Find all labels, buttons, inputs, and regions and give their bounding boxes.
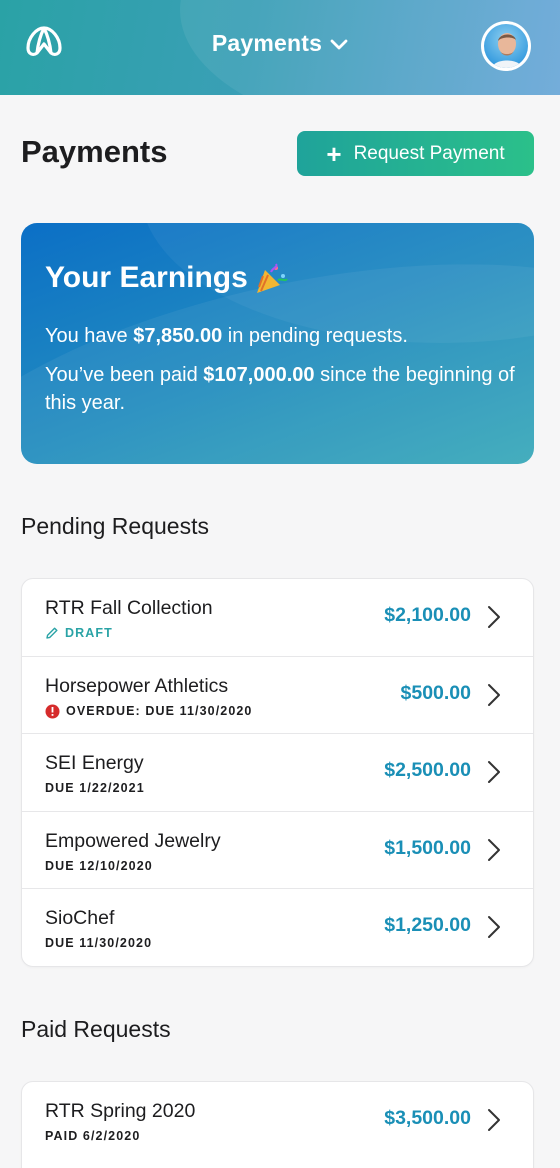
request-amount: $1,250.00 [384,914,471,937]
request-amount: $500.00 [400,681,472,704]
status-text: DUE 11/30/2020 [45,936,153,951]
status-text: DUE 12/10/2020 [45,858,153,873]
list-item[interactable]: Empowered Jewelry DUE 12/10/2020 $1,500.… [22,812,533,890]
avatar-photo [492,33,522,68]
request-name: SioChef [45,907,115,930]
status-text: OVERDUE: DUE 11/30/2020 [66,704,253,719]
request-amount: $2,500.00 [384,759,471,782]
list-item[interactable]: SEI Energy DUE 1/22/2021 $2,500.00 [22,734,533,812]
chevron-right-icon [488,1109,500,1131]
list-item[interactable]: SioChef DUE 11/30/2020 $1,250.00 [22,889,533,967]
top-bar: Payments [0,0,560,95]
request-name: Empowered Jewelry [45,829,221,852]
chevron-down-icon [330,39,348,50]
chevron-right-icon [488,683,500,706]
request-amount: $2,100.00 [384,604,471,626]
request-name: SEI Energy [45,752,144,775]
page-title: Payments [21,134,168,169]
status-badge: DRAFT [45,626,113,640]
summary-text: in pending requests. [222,325,408,347]
paid-total: $107,000.00 [203,364,315,386]
list-item[interactable]: RTR Fall Collection DRAFT $2,100.00 [22,579,533,657]
request-name: Horsepower Athletics [45,674,229,697]
earnings-title: Your Earnings [45,261,288,296]
paid-list: RTR Spring 2020 PAID 6/2/2020 $3,500.00 [21,1081,534,1168]
status-text: DUE 1/22/2021 [45,781,145,796]
chevron-right-icon [488,606,500,628]
paid-summary: You’ve been paid $107,000.00 since the b… [45,361,515,417]
party-popper-icon [256,263,288,294]
list-item[interactable]: Horsepower Athletics OVERDUE: DUE 11/30/… [22,657,533,735]
pending-section-title: Pending Requests [21,513,209,539]
earnings-title-text: Your Earnings [45,261,248,294]
request-payment-button[interactable]: + Request Payment [297,131,534,176]
pending-list: RTR Fall Collection DRAFT $2,100.00 Hors… [21,578,534,967]
request-name: RTR Spring 2020 [45,1100,196,1122]
request-payment-label: Request Payment [353,142,505,164]
summary-text: You have [45,325,134,347]
request-name: RTR Fall Collection [45,597,213,619]
earnings-card: Your Earnings You have $7,850.00 in pend… [21,223,534,464]
avatar[interactable] [481,21,531,71]
nav-title-dropdown[interactable]: Payments [0,30,560,57]
request-amount: $1,500.00 [384,836,471,859]
status-text: PAID 6/2/2020 [45,1129,141,1143]
request-amount: $3,500.00 [384,1107,471,1129]
pending-summary: You have $7,850.00 in pending requests. [45,322,515,350]
chevron-right-icon [488,916,500,939]
chevron-right-icon [488,838,500,861]
plus-icon: + [326,138,342,169]
status-text: DRAFT [65,626,113,640]
status-badge: OVERDUE: DUE 11/30/2020 [45,704,253,719]
pencil-icon [45,626,59,640]
alert-icon [45,704,60,719]
chevron-right-icon [488,761,500,784]
nav-title: Payments [211,30,323,56]
paid-section-title: Paid Requests [21,1016,171,1042]
list-item[interactable]: RTR Spring 2020 PAID 6/2/2020 $3,500.00 [22,1082,533,1160]
summary-text: You’ve been paid [45,364,204,386]
pending-total: $7,850.00 [133,325,223,347]
